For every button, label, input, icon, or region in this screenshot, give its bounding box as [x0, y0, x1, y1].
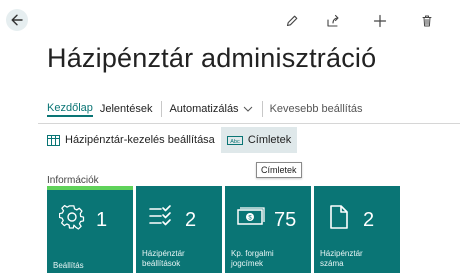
plus-icon — [373, 14, 387, 28]
tile-cash-desks[interactable]: 2 Házipénztár száma — [314, 186, 400, 273]
nav-divider — [261, 101, 263, 117]
tile-setup[interactable]: 1 Beállítás — [47, 186, 133, 273]
table-icon — [47, 134, 60, 146]
tile-label: Kp. forgalmi jogcímek — [231, 249, 274, 268]
document-icon — [330, 205, 348, 229]
share-button[interactable] — [322, 10, 344, 32]
share-icon — [327, 14, 339, 27]
new-button[interactable] — [369, 10, 391, 32]
gear-icon — [59, 204, 85, 230]
nav-item-reports[interactable]: Jelentések — [100, 103, 153, 115]
cash-icon: $ — [237, 207, 265, 225]
edit-button[interactable] — [281, 10, 303, 32]
cash-setup-action[interactable]: Házipénztár-kezelés beállítása — [37, 127, 221, 153]
page-toolbar — [262, 10, 462, 32]
tile-value: 75 — [274, 209, 297, 231]
denominations-action[interactable]: Abc Címletek — [220, 127, 298, 153]
back-arrow-icon — [11, 14, 23, 26]
tile-cash-settings[interactable]: 2 Házipénztár beállítások — [136, 186, 222, 273]
nav-divider — [161, 101, 163, 117]
nav-item-home[interactable]: Kezdőlap — [47, 102, 93, 117]
nav-item-fewer-options[interactable]: Kevesebb beállítás — [270, 103, 363, 115]
back-button[interactable] — [6, 9, 28, 31]
tile-value: 2 — [185, 209, 197, 231]
tile-label: Házipénztár száma — [320, 249, 363, 268]
tile-transaction-codes[interactable]: $ 75 Kp. forgalmi jogcímek — [225, 186, 311, 273]
action-bar-divider — [38, 123, 460, 124]
pencil-icon — [286, 15, 298, 27]
tile-label: Beállítás — [53, 261, 84, 270]
action-bar: Házipénztár-kezelés beállítása Abc Címle… — [47, 127, 298, 153]
cash-setup-action-label: Házipénztár-kezelés beállítása — [65, 134, 215, 146]
nav-item-automation[interactable]: Automatizálás — [169, 103, 252, 115]
trash-icon — [422, 15, 432, 27]
tile-value: 2 — [363, 209, 375, 231]
page-title: Házipénztár adminisztráció — [47, 43, 377, 73]
section-label: Információk — [47, 175, 99, 186]
abc-field-icon: Abc — [226, 135, 243, 145]
nav-menu: Kezdőlap Jelentések Automatizálás Kevese… — [47, 100, 370, 118]
tile-label: Házipénztár beállítások — [142, 249, 185, 268]
nav-item-automation-label: Automatizálás — [169, 103, 239, 115]
info-tiles: 1 Beállítás 2 Házipénztár beállítások $ 7… — [47, 186, 400, 273]
denominations-action-label: Címletek — [247, 134, 292, 146]
svg-text:Abc: Abc — [230, 138, 240, 144]
delete-button[interactable] — [416, 10, 438, 32]
tooltip: Címletek — [256, 162, 302, 178]
tile-value: 1 — [96, 209, 108, 231]
checklist-icon — [149, 205, 171, 226]
chevron-down-icon — [243, 106, 252, 112]
